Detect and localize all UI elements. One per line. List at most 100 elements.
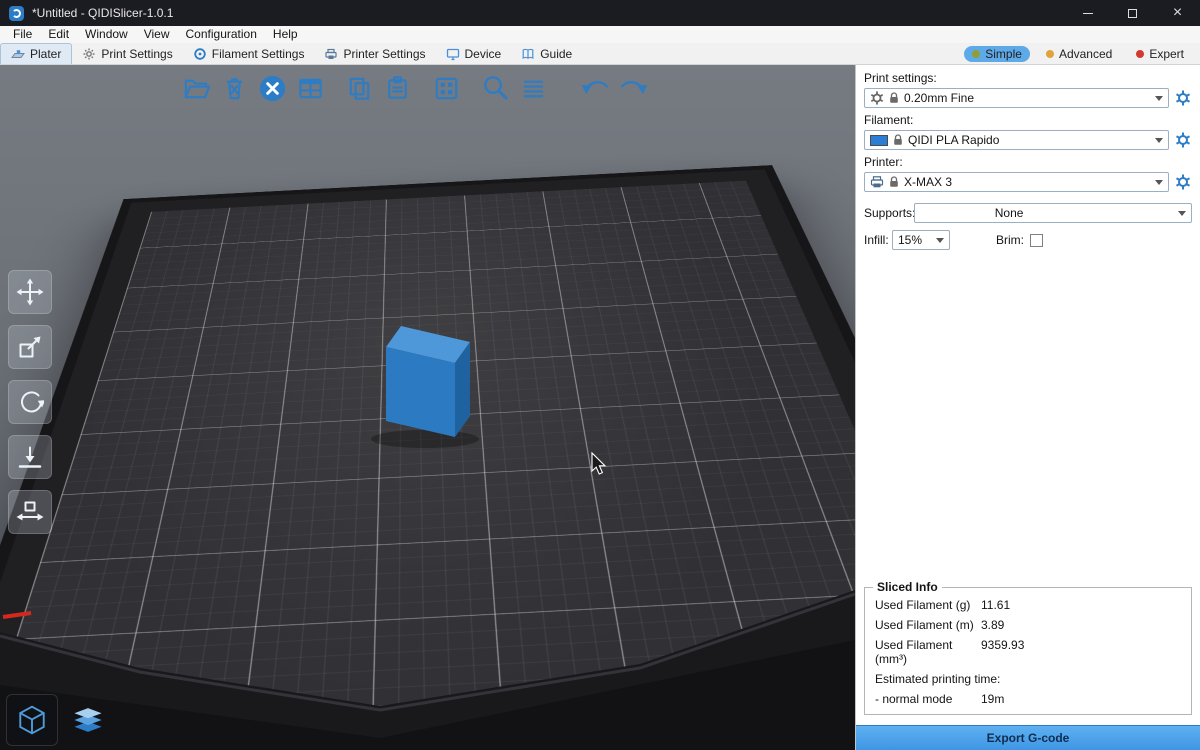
tab-guide-label: Guide: [540, 47, 572, 61]
tab-printer-settings[interactable]: Printer Settings: [314, 43, 435, 64]
mode-simple[interactable]: Simple: [964, 46, 1030, 62]
menu-window[interactable]: Window: [77, 26, 136, 43]
filament-combo[interactable]: QIDI PLA Rapido: [864, 130, 1169, 150]
print-settings-combo[interactable]: 0.20mm Fine: [864, 88, 1169, 108]
menu-help[interactable]: Help: [265, 26, 306, 43]
rotate-tool-button[interactable]: [8, 380, 52, 424]
mode-expert[interactable]: Expert: [1128, 46, 1192, 62]
menu-view[interactable]: View: [136, 26, 178, 43]
undo-button[interactable]: [577, 70, 614, 107]
tab-bar: Plater Print Settings Filament Settings …: [0, 43, 1200, 65]
printer-icon: [870, 175, 884, 189]
export-gcode-button[interactable]: Export G-code: [856, 725, 1200, 750]
tab-plater[interactable]: Plater: [0, 43, 72, 64]
close-button[interactable]: ×: [1155, 0, 1200, 26]
window-title: *Untitled - QIDISlicer-1.0.1: [32, 6, 173, 20]
sidebar-spacer: [864, 250, 1192, 587]
tab-print-settings-label: Print Settings: [101, 47, 172, 61]
supports-combo[interactable]: None: [914, 203, 1192, 223]
dropdown-caret-icon: [936, 238, 944, 247]
printer-icon: [324, 47, 338, 61]
printer-row: X-MAX 3: [864, 172, 1192, 192]
printer-combo[interactable]: X-MAX 3: [864, 172, 1169, 192]
place-on-face-tool-button[interactable]: [8, 435, 52, 479]
undo-icon: [579, 72, 612, 105]
tab-guide[interactable]: Guide: [511, 43, 582, 64]
mode-advanced[interactable]: Advanced: [1038, 46, 1120, 62]
print-bed-tilt: [23, 65, 855, 750]
filament-gear-button[interactable]: [1174, 131, 1192, 149]
delete-button[interactable]: [216, 70, 253, 107]
preview-layers-button[interactable]: [62, 694, 114, 746]
settings-sidebar: Print settings: 0.20mm Fine Filament: QI…: [855, 65, 1200, 750]
copy-button[interactable]: [341, 70, 378, 107]
title-bar: *Untitled - QIDISlicer-1.0.1 ×: [0, 0, 1200, 26]
printer-label: Printer:: [864, 155, 1192, 169]
sliced-info-row: Estimated printing time:: [875, 672, 1181, 686]
paste-icon: [382, 73, 413, 104]
supports-value: None: [995, 206, 1024, 220]
paste-button[interactable]: [379, 70, 416, 107]
open-button[interactable]: [178, 70, 215, 107]
print-bed[interactable]: [0, 169, 855, 750]
filament-icon: [193, 47, 207, 61]
brim-label: Brim:: [996, 233, 1024, 247]
brim-checkbox[interactable]: [1030, 234, 1043, 247]
delete-trash-icon: [219, 73, 250, 104]
used-filament-m-label: Used Filament (m): [875, 618, 981, 632]
editor-view-button[interactable]: [6, 694, 58, 746]
layer-list-icon: [518, 73, 549, 104]
mode-expert-label: Expert: [1149, 47, 1184, 61]
tab-printer-settings-label: Printer Settings: [343, 47, 425, 61]
tab-filament-settings[interactable]: Filament Settings: [183, 43, 315, 64]
advanced-mode-dot-icon: [1046, 50, 1054, 58]
preset-gear-icon: [870, 91, 884, 105]
menu-configuration[interactable]: Configuration: [178, 26, 265, 43]
infill-value: 15%: [898, 233, 922, 247]
used-filament-g-value: 11.61: [981, 598, 1010, 612]
print-settings-label: Print settings:: [864, 71, 1192, 85]
maximize-button[interactable]: [1110, 0, 1155, 26]
sliced-info-row: Used Filament (mm³) 9359.93: [875, 638, 1181, 666]
scale-tool-button[interactable]: [8, 325, 52, 369]
gear-icon: [1175, 132, 1191, 148]
supports-label: Supports:: [864, 206, 914, 220]
menu-bar: File Edit Window View Configuration Help: [0, 26, 1200, 43]
instances-button[interactable]: [428, 70, 465, 107]
print-settings-value: 0.20mm Fine: [904, 91, 974, 105]
search-button[interactable]: [477, 70, 514, 107]
infill-combo[interactable]: 15%: [892, 230, 950, 250]
tab-device[interactable]: Device: [436, 43, 512, 64]
redo-button[interactable]: [615, 70, 652, 107]
measure-tool-button[interactable]: [8, 490, 52, 534]
menu-file[interactable]: File: [5, 26, 40, 43]
simple-mode-dot-icon: [972, 50, 980, 58]
arrange-button[interactable]: [292, 70, 329, 107]
print-settings-gear-button[interactable]: [1174, 89, 1192, 107]
instances-icon: [431, 73, 462, 104]
dropdown-caret-icon: [1155, 138, 1163, 147]
layer-list-button[interactable]: [515, 70, 552, 107]
lock-icon: [889, 176, 899, 188]
move-tool-button[interactable]: [8, 270, 52, 314]
minimize-icon: [1083, 13, 1093, 14]
search-icon: [480, 73, 511, 104]
print-settings-row: 0.20mm Fine: [864, 88, 1192, 108]
used-filament-mm3-value: 9359.93: [981, 638, 1024, 666]
delete-all-icon: [257, 73, 288, 104]
close-icon: ×: [1173, 5, 1182, 21]
printer-gear-button[interactable]: [1174, 173, 1192, 191]
infill-brim-row: Infill: 15% Brim:: [864, 230, 1192, 250]
estimated-time-label: Estimated printing time:: [875, 672, 1000, 686]
used-filament-m-value: 3.89: [981, 618, 1004, 632]
3d-viewport[interactable]: [0, 65, 855, 750]
printer-value: X-MAX 3: [904, 175, 952, 189]
tab-device-label: Device: [465, 47, 502, 61]
minimize-button[interactable]: [1065, 0, 1110, 26]
delete-all-button[interactable]: [254, 70, 291, 107]
menu-edit[interactable]: Edit: [40, 26, 77, 43]
tab-print-settings[interactable]: Print Settings: [72, 43, 182, 64]
tab-filament-settings-label: Filament Settings: [212, 47, 305, 61]
dropdown-caret-icon: [1155, 96, 1163, 105]
viewport-toolbar: [178, 70, 653, 107]
